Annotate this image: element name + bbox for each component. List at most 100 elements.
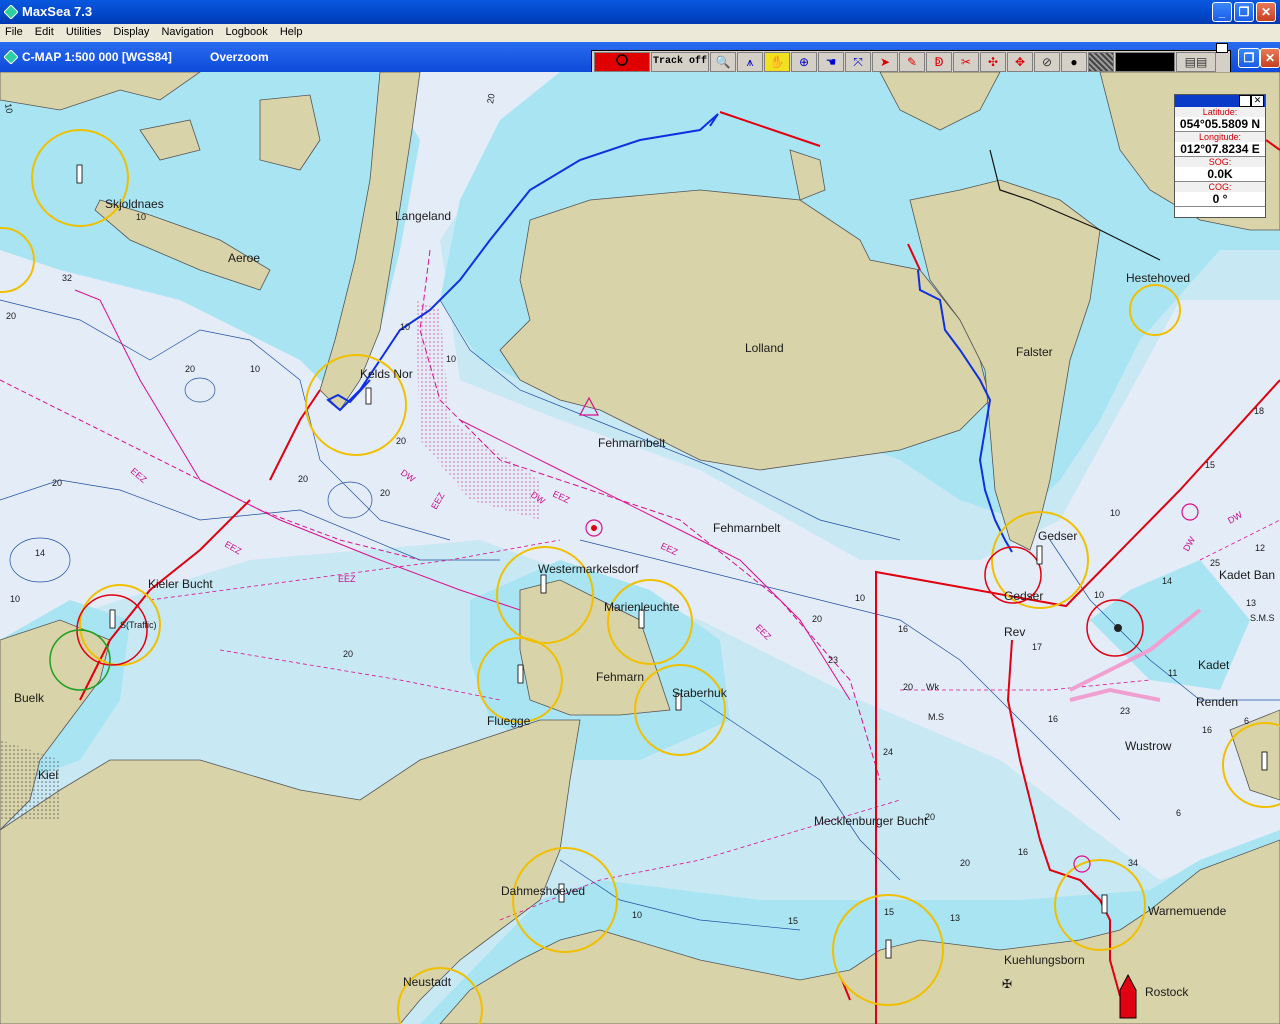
sog-label: SOG: xyxy=(1175,157,1265,167)
depth-sounding: 14 xyxy=(35,548,45,558)
record-icon xyxy=(616,54,628,66)
label-kiel: Kiel xyxy=(38,768,58,782)
measure-icon: ⤧ xyxy=(853,55,863,69)
label-westermarkelsdorf: Westermarkelsdorf xyxy=(538,562,639,576)
minimize-button[interactable]: _ xyxy=(1212,2,1232,22)
lighthouse-icon xyxy=(109,609,116,629)
label-fluegge: Fluegge xyxy=(487,714,531,728)
label-langeland: Langeland xyxy=(395,209,451,223)
black-dot-icon: ● xyxy=(1070,55,1078,69)
menu-file[interactable]: File xyxy=(1,24,27,38)
panel-restore-icon[interactable] xyxy=(1239,95,1251,107)
chart-maximize-button[interactable]: ❐ xyxy=(1238,48,1260,68)
lighthouse-icon xyxy=(885,939,892,959)
select-tool-button[interactable]: ➤ xyxy=(872,52,898,72)
label-mecklenburger-bucht: Mecklenburger Bucht xyxy=(814,814,928,828)
zoom-tool-button[interactable]: 🔍 xyxy=(710,52,736,72)
label-aeroe: Aeroe xyxy=(228,251,260,265)
label-ms: M.S xyxy=(928,712,944,722)
label-neustadt: Neustadt xyxy=(403,975,452,989)
menu-navigation[interactable]: Navigation xyxy=(157,24,217,38)
label-gedser-rev: Gedser xyxy=(1004,589,1043,603)
route-tool-button[interactable]: ↁ xyxy=(926,52,952,72)
maximize-button[interactable]: ❐ xyxy=(1234,2,1254,22)
chart-source: C-MAP 1:500 000 [WGS84] xyxy=(22,50,172,64)
restore-icon: ❐ xyxy=(1238,5,1250,19)
depth-sounding: 16 xyxy=(1202,725,1212,735)
depth-sounding: 20 xyxy=(396,436,406,446)
label-marienleuchte: Marienleuchte xyxy=(604,600,680,614)
close-icon: ✕ xyxy=(1260,5,1272,19)
panel-close-icon[interactable]: ✕ xyxy=(1251,95,1264,107)
depth-sounding: 24 xyxy=(883,747,893,757)
menu-utilities[interactable]: Utilities xyxy=(62,24,105,38)
lighthouse-icon xyxy=(76,164,83,184)
sog-value: 0.0K xyxy=(1175,167,1265,182)
dot-tool-button[interactable]: ● xyxy=(1061,52,1087,72)
depth-sounding: 13 xyxy=(1246,598,1256,608)
label-renden: Renden xyxy=(1196,695,1238,709)
label-sms: S.M.S xyxy=(1250,613,1275,623)
grab-tool-button[interactable]: ☚ xyxy=(818,52,844,72)
depth-sounding: 20 xyxy=(343,649,353,659)
lighthouse-icon xyxy=(1101,894,1108,914)
label-skjoldnaes: Skjoldnaes xyxy=(105,197,164,211)
menu-help[interactable]: Help xyxy=(276,24,307,38)
hand-icon: ✋ xyxy=(769,55,785,69)
depth-sounding: 10 xyxy=(3,103,15,115)
depth-sounding: 17 xyxy=(1032,642,1042,652)
depth-sounding: 15 xyxy=(884,907,894,917)
label-kadet: Kadet xyxy=(1198,658,1230,672)
close-button[interactable]: ✕ xyxy=(1256,2,1276,22)
depth-sounding: 13 xyxy=(950,913,960,923)
compass-tool-button[interactable]: ⩚ xyxy=(737,52,763,72)
no-entry-tool-button[interactable]: ⊘ xyxy=(1034,52,1060,72)
label-fehmarn: Fehmarn xyxy=(596,670,644,684)
color-swatch-button[interactable] xyxy=(1115,52,1175,72)
track-toggle-button[interactable]: Track off xyxy=(651,52,709,72)
eez-label: EEZ xyxy=(338,574,356,584)
record-button[interactable] xyxy=(594,52,650,72)
cut-tool-button[interactable]: ✂ xyxy=(953,52,979,72)
pencil-icon: ✎ xyxy=(906,55,918,69)
lighthouse-icon xyxy=(517,664,524,684)
measure-tool-button[interactable]: ⤧ xyxy=(845,52,871,72)
window-title-bar[interactable]: MaxSea 7.3 _ ❐ ✕ xyxy=(0,0,1280,24)
compass-icon: ⩚ xyxy=(746,55,754,69)
depth-sounding: 16 xyxy=(898,624,908,634)
move-tool-button[interactable]: ✥ xyxy=(1007,52,1033,72)
cog-value: 0 ° xyxy=(1175,192,1265,207)
label-falster: Falster xyxy=(1016,345,1053,359)
menu-edit[interactable]: Edit xyxy=(31,24,58,38)
overzoom-indicator: Overzoom xyxy=(210,50,269,64)
lighthouse-icon xyxy=(1036,545,1043,565)
toolbar-restore-icon[interactable] xyxy=(1216,43,1228,53)
depth-sounding: 12 xyxy=(1255,543,1265,553)
position-panel[interactable]: ✕ Latitude: 054°05.5809 N Longitude: 012… xyxy=(1174,94,1266,218)
menu-display[interactable]: Display xyxy=(109,24,153,38)
label-dahmeshoeved: Dahmeshoeved xyxy=(501,884,585,898)
pattern-tool-button[interactable] xyxy=(1088,52,1114,72)
depth-sounding: 10 xyxy=(855,593,865,603)
lighthouse-icon xyxy=(1261,751,1268,771)
nautical-chart[interactable]: ✠ Skjoldnaes Aeroe Langeland Kelds Nor L… xyxy=(0,72,1280,1024)
menu-logbook[interactable]: Logbook xyxy=(222,24,272,38)
center-tool-button[interactable]: ⊕ xyxy=(791,52,817,72)
draw-tool-button[interactable]: ✎ xyxy=(899,52,925,72)
depth-sounding: 15 xyxy=(1205,460,1215,470)
depth-sounding: 14 xyxy=(1162,576,1172,586)
position-panel-header[interactable]: ✕ xyxy=(1175,95,1265,107)
layers-tool-button[interactable]: ▤▤ xyxy=(1176,52,1216,72)
chart-close-button[interactable]: ✕ xyxy=(1260,48,1280,68)
no-entry-icon: ⊘ xyxy=(1041,55,1053,69)
minimize-icon: _ xyxy=(1218,5,1226,19)
pan-tool-button[interactable]: ✋ xyxy=(764,52,790,72)
mark-tool-button[interactable]: ✣ xyxy=(980,52,1006,72)
depth-sounding: 20 xyxy=(812,614,822,624)
label-warnemuende: Warnemuende xyxy=(1148,904,1227,918)
label-kelds-nor: Kelds Nor xyxy=(360,367,413,381)
longitude-label: Longitude: xyxy=(1175,132,1265,142)
depth-sounding: 20 xyxy=(52,478,62,488)
depth-sounding: 20 xyxy=(485,93,497,105)
depth-sounding: 20 xyxy=(925,812,935,822)
